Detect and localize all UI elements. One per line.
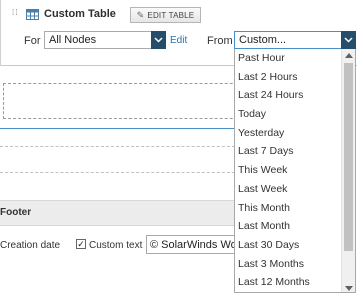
from-label: From <box>207 35 233 47</box>
check-icon: ✓ <box>77 238 85 249</box>
dropdown-option[interactable]: Past Hour <box>235 49 342 68</box>
dropdown-option[interactable]: Last 7 Days <box>235 142 342 161</box>
panel-title: Custom Table <box>44 8 116 20</box>
nodes-value: All Nodes <box>49 34 97 46</box>
from-select[interactable]: Custom... <box>234 31 356 49</box>
scroll-up-icon[interactable] <box>345 53 353 58</box>
custom-text-value: © SolarWinds Wor <box>150 239 240 251</box>
row-separator <box>0 172 240 173</box>
dropdown-scrollbar[interactable] <box>341 49 355 292</box>
scroll-down-icon[interactable] <box>345 286 353 291</box>
edit-table-button[interactable]: ✎ EDIT TABLE <box>130 7 201 23</box>
widget-placeholder <box>3 83 263 119</box>
dropdown-option[interactable]: Last 30 Days <box>235 236 342 255</box>
dropdown-option[interactable]: Yesterday <box>235 124 342 143</box>
custom-text-label: Custom text <box>89 240 143 251</box>
section-divider <box>0 128 240 129</box>
dropdown-option[interactable]: Last 24 Hours <box>235 86 342 105</box>
dropdown-option[interactable]: Last Month <box>235 217 342 236</box>
divider-line <box>0 225 240 226</box>
from-value: Custom... <box>239 34 287 46</box>
footer-label: Footer <box>0 207 32 218</box>
chevron-down-icon[interactable] <box>151 31 166 49</box>
custom-text-checkbox[interactable]: ✓ <box>76 239 86 249</box>
nodes-select[interactable]: All Nodes <box>44 31 166 49</box>
dropdown-option[interactable]: This Week <box>235 161 342 180</box>
scroll-thumb[interactable] <box>344 63 353 251</box>
edit-nodes-link[interactable]: Edit <box>170 35 187 46</box>
dropdown-option[interactable]: Last Week <box>235 180 342 199</box>
time-range-options: Past Hour Last 2 Hours Last 24 Hours Today Y… <box>235 49 342 292</box>
dropdown-option[interactable]: Last 3 Months <box>235 255 342 274</box>
footer-bar <box>0 200 240 225</box>
dropdown-option[interactable]: Last 12 Months <box>235 273 342 292</box>
creation-date-label: Creation date <box>0 240 61 251</box>
pencil-icon: ✎ <box>136 9 145 20</box>
table-icon <box>26 9 39 20</box>
dropdown-option[interactable]: Last 2 Hours <box>235 68 342 87</box>
dropdown-option[interactable]: Today <box>235 105 342 124</box>
dropdown-option[interactable]: This Month <box>235 199 342 218</box>
time-range-dropdown[interactable]: Past Hour Last 2 Hours Last 24 Hours Today Y… <box>234 49 356 293</box>
drag-handle-icon[interactable]: ⁞⁞ <box>12 9 20 20</box>
edit-table-label: EDIT TABLE <box>147 10 195 20</box>
row-separator <box>0 146 240 147</box>
custom-text-input[interactable]: © SolarWinds Wor <box>146 235 240 254</box>
for-label: For <box>24 35 41 47</box>
chevron-down-icon[interactable] <box>341 31 356 49</box>
